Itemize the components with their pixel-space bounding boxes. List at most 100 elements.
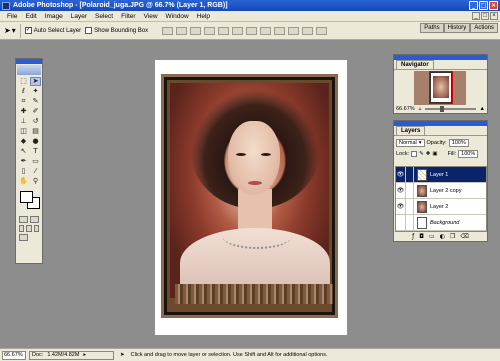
brush-tool-icon[interactable]: ✐ (30, 107, 41, 116)
tab-history[interactable]: History (443, 23, 471, 33)
pen-tool-icon[interactable]: ✒ (18, 157, 29, 166)
link-icon[interactable] (406, 214, 414, 231)
layer-name[interactable]: Layer 2 (430, 204, 448, 210)
doc-close-button[interactable]: × (490, 12, 498, 20)
menu-edit[interactable]: Edit (21, 13, 40, 20)
lock-position-icon[interactable]: ✚ (426, 151, 431, 157)
menu-help[interactable]: Help (193, 13, 214, 20)
document-canvas[interactable] (155, 60, 347, 335)
tool-preset-picker[interactable]: ➤ ▾ (4, 23, 21, 38)
distribute-center-icon[interactable] (260, 26, 272, 35)
layer-row-background[interactable]: Background (396, 214, 486, 231)
full-screen-mode-icon[interactable] (33, 225, 39, 232)
dodge-tool-icon[interactable]: ● (30, 137, 41, 146)
distribute-hcenter-icon[interactable] (302, 26, 314, 35)
hand-tool-icon[interactable]: ✋ (18, 177, 29, 186)
marquee-tool-icon[interactable]: ⬚ (18, 77, 29, 86)
link-icon[interactable] (406, 198, 414, 215)
menu-view[interactable]: View (140, 13, 162, 20)
navigator-zoom-knob[interactable] (440, 105, 445, 112)
blend-mode-select[interactable]: Normal ▾ (396, 139, 425, 147)
layer-row-layer-2[interactable]: 👁 Layer 2 (396, 198, 486, 215)
move-tool-icon[interactable]: ➤ (30, 77, 41, 86)
minimize-button[interactable]: _ (469, 1, 478, 10)
healing-brush-tool-icon[interactable]: ✚ (18, 107, 29, 116)
eye-icon[interactable]: 👁 (396, 166, 406, 183)
foreground-color-swatch[interactable] (20, 191, 33, 203)
adobe-online-logo[interactable] (17, 65, 41, 75)
eyedropper-tool-icon[interactable]: ⁄ (30, 167, 41, 176)
layer-style-icon[interactable]: ƒ (412, 233, 414, 240)
layer-name[interactable]: Layer 1 (430, 172, 448, 178)
link-icon[interactable] (406, 182, 414, 199)
zoom-tool-icon[interactable]: ⚲ (30, 177, 41, 186)
notes-tool-icon[interactable]: ▯ (18, 167, 29, 176)
opacity-input[interactable]: 100% (448, 139, 469, 147)
align-left-icon[interactable] (204, 26, 216, 35)
maximize-button[interactable]: □ (479, 1, 488, 10)
doc-minimize-button[interactable]: _ (472, 12, 480, 20)
doc-maximize-button[interactable]: □ (481, 12, 489, 20)
distribute-right-icon[interactable] (316, 26, 328, 35)
eye-icon[interactable]: 👁 (396, 198, 406, 215)
type-tool-icon[interactable]: T (30, 147, 41, 156)
status-zoom-field[interactable]: 66.67% (2, 350, 26, 360)
menu-image[interactable]: Image (41, 13, 67, 20)
tab-layers[interactable]: Layers (396, 126, 426, 135)
full-screen-menu-mode-icon[interactable] (26, 225, 32, 232)
clone-stamp-tool-icon[interactable]: ⊥ (18, 117, 29, 126)
close-button[interactable]: × (489, 1, 498, 10)
crop-tool-icon[interactable]: ⌗ (18, 97, 29, 106)
layer-row-layer-2-copy[interactable]: 👁 Layer 2 copy (396, 182, 486, 199)
tab-actions[interactable]: Actions (470, 23, 498, 33)
toolbox-title-bar[interactable] (16, 59, 42, 64)
layer-set-icon[interactable]: ▭ (429, 233, 435, 240)
menu-select[interactable]: Select (91, 13, 117, 20)
standard-mode-icon[interactable] (19, 216, 28, 223)
slice-tool-icon[interactable]: ✎ (30, 97, 41, 106)
eraser-tool-icon[interactable]: ◫ (18, 127, 29, 136)
gradient-tool-icon[interactable]: ▤ (30, 127, 41, 136)
auto-select-layer-checkbox[interactable]: ✓ Auto Select Layer (24, 27, 81, 34)
show-bounding-box-checkbox[interactable]: Show Bounding Box (85, 27, 148, 34)
tab-navigator[interactable]: Navigator (396, 60, 434, 69)
layer-name[interactable]: Background (430, 220, 459, 226)
history-brush-tool-icon[interactable]: ↺ (30, 117, 41, 126)
eye-icon[interactable] (396, 214, 406, 231)
quick-mask-mode-icon[interactable] (30, 216, 39, 223)
menu-filter[interactable]: Filter (117, 13, 139, 20)
menu-layer[interactable]: Layer (67, 13, 91, 20)
trash-icon[interactable]: ⌫ (460, 233, 468, 240)
bounding-box-checkbox-box[interactable] (85, 27, 93, 34)
distribute-bottom-icon[interactable] (274, 26, 286, 35)
layer-name[interactable]: Layer 2 copy (430, 188, 462, 194)
tab-paths[interactable]: Paths (420, 23, 444, 33)
layer-row-layer-1[interactable]: 👁 Layer 1 (396, 166, 486, 183)
fill-input[interactable]: 100% (458, 149, 479, 158)
align-horizontal-center-icon[interactable] (218, 26, 230, 35)
path-selection-tool-icon[interactable]: ↖ (18, 147, 29, 156)
align-right-icon[interactable] (232, 26, 244, 35)
navigator-view-box[interactable] (429, 71, 453, 104)
document-size-info[interactable]: Doc: 1.42M/4.82M ▸ (29, 350, 114, 360)
distribute-left-icon[interactable] (288, 26, 300, 35)
menu-file[interactable]: File (3, 13, 21, 20)
brush-link-icon[interactable] (406, 166, 414, 183)
navigator-preview[interactable] (414, 71, 466, 105)
navigator-zoom-value[interactable]: 66.67% (396, 106, 415, 112)
jump-to-imageready-icon[interactable] (19, 234, 28, 241)
zoom-out-icon[interactable]: ▵ (419, 106, 422, 112)
lock-transparency-checkbox[interactable] (411, 150, 418, 157)
align-bottom-icon[interactable] (190, 26, 202, 35)
standard-screen-mode-icon[interactable] (19, 225, 25, 232)
align-top-icon[interactable] (162, 26, 174, 35)
shape-tool-icon[interactable]: ▭ (30, 157, 41, 166)
blur-tool-icon[interactable]: ◆ (18, 137, 29, 146)
adjustment-layer-icon[interactable]: ◐ (440, 233, 445, 240)
lock-image-icon[interactable]: ✎ (419, 151, 424, 157)
menu-window[interactable]: Window (162, 13, 193, 20)
layer-mask-icon[interactable]: ◘ (419, 233, 424, 240)
distribute-top-icon[interactable] (246, 26, 258, 35)
lock-all-icon[interactable]: ▣ (432, 151, 437, 157)
new-layer-icon[interactable]: ❐ (450, 233, 455, 240)
